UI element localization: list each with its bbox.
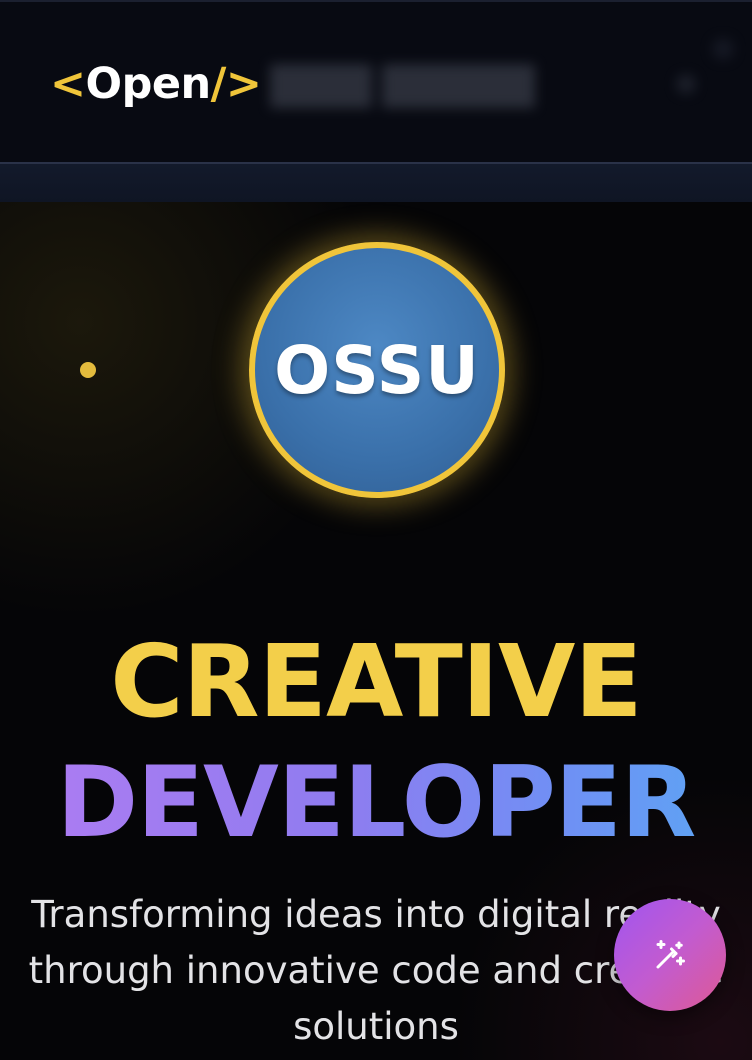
magic-action-button[interactable] — [614, 899, 726, 1011]
logo-word: Open — [85, 59, 212, 109]
profile-badge: OSSU — [249, 242, 505, 498]
logo-close-bracket: /> — [210, 59, 262, 109]
site-header: <Open/> ████ ██████ — [0, 0, 752, 162]
blurred-nav-text: ████ ██████ — [270, 64, 536, 105]
decorative-dot — [80, 362, 96, 378]
blurred-nav-dot — [712, 38, 734, 60]
hero-title-line-1: CREATIVE — [110, 623, 642, 740]
blurred-nav-dot — [676, 74, 696, 94]
hero-title-line-2: DEVELOPER — [0, 748, 752, 858]
header-divider-band — [0, 162, 752, 202]
badge-text: OSSU — [274, 331, 480, 409]
page: <Open/> ████ ██████ OSSU CREATIVE DEVELO… — [0, 0, 752, 1060]
logo-link[interactable]: <Open/> — [50, 58, 262, 110]
logo-open-bracket: < — [50, 59, 86, 109]
magic-wand-icon — [652, 937, 688, 973]
